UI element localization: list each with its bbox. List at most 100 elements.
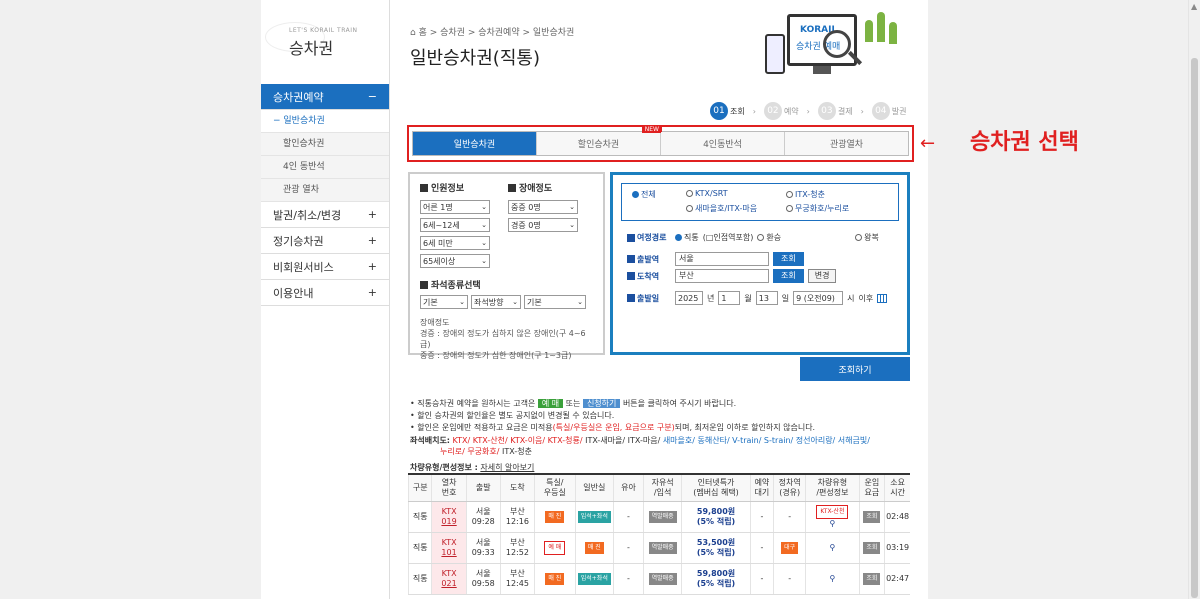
radio-mugunghwa[interactable]: 무궁화호/누리로 xyxy=(786,203,849,214)
sidebar-menu-guide[interactable]: 이용안내 + xyxy=(261,280,389,306)
scroll-up-icon[interactable]: ▲ xyxy=(1191,2,1197,11)
hero-illustration: KORAIL 승차권 예매 xyxy=(765,8,915,88)
car-info-link[interactable]: 자세히 알아보기 xyxy=(480,463,534,472)
sidebar-item-discount-ticket[interactable]: 할인승차권 xyxy=(261,133,389,156)
search-button[interactable]: 조회하기 xyxy=(800,357,910,381)
child-select[interactable]: 6세~12세 ⌄ xyxy=(420,218,490,232)
seat-direction-select[interactable]: 좌석방향 ⌄ xyxy=(471,295,521,309)
cell-departure: 서울 09:58 xyxy=(465,563,501,595)
calendar-icon[interactable] xyxy=(877,293,888,303)
sidebar-menu-season-ticket[interactable]: 정기승차권 + xyxy=(261,228,389,254)
departure-input[interactable]: 서울 xyxy=(675,252,769,266)
cell-train-no[interactable]: KTX 021 xyxy=(431,563,467,595)
ticket-tabs: 일반승차권 할인승차권 NEW 4인동반석 관광열차 xyxy=(412,126,909,156)
seat-type-heading: 좌석종류선택 xyxy=(420,278,593,291)
page-scrollbar[interactable]: ▲ xyxy=(1188,0,1200,599)
radio-ktx[interactable]: KTX/SRT xyxy=(686,189,772,200)
seat-map-icon[interactable]: ⚲ xyxy=(829,574,835,583)
col-free-seat: 자유석 /입석 xyxy=(642,473,682,502)
adult-select[interactable]: 어른 1명 ⌄ xyxy=(420,200,490,214)
seat-map-link-saemaeul[interactable]: 새마을호/ 동해산타/ V-train/ S-train/ 정선아리랑/ 서해금… xyxy=(660,436,870,445)
cell-economy: 입석+좌석 xyxy=(574,501,614,533)
seat-map-icon[interactable]: ⚲ xyxy=(829,543,835,552)
hour-select[interactable]: 9 (오전09) xyxy=(793,291,844,305)
radio-saemaeul[interactable]: 새마을호/ITX-마음 xyxy=(686,203,772,214)
bullet-icon xyxy=(627,255,635,263)
price: 59,800원 xyxy=(696,568,736,578)
cell-car-type: KTX-산천 ⚲ xyxy=(805,501,860,533)
col-infant: 유아 xyxy=(613,473,644,502)
seat-map-link-nuriro[interactable]: 누리로/ 무궁화호/ xyxy=(410,447,499,456)
sold-out-badge: 매 진 xyxy=(584,541,604,554)
mild-disability-select[interactable]: 경증 0명 ⌄ xyxy=(508,218,578,232)
notice-text: • 할인은 운임에만 적용하고 요금은 미적용 xyxy=(410,423,553,432)
seat-map-icon[interactable]: ⚲ xyxy=(829,519,835,528)
notice-highlight: (특실/우등실은 운임, 요금으로 구분) xyxy=(552,423,675,432)
radio-direct[interactable]: 직통 xyxy=(675,232,699,243)
month-unit: 월 xyxy=(744,293,752,303)
cell-train-no[interactable]: KTX 019 xyxy=(431,501,467,533)
sidebar-menu-nonmember[interactable]: 비회원서비스 + xyxy=(261,254,389,280)
expand-icon: + xyxy=(367,286,377,299)
seat-map-link-itx[interactable]: ITX-새마을/ ITX-마음/ xyxy=(583,436,660,445)
bullet-icon xyxy=(420,280,428,289)
senior-select[interactable]: 65세이상 ⌄ xyxy=(420,254,490,268)
radio-all[interactable]: 전체 xyxy=(632,189,672,200)
tab-general-ticket[interactable]: 일반승차권 xyxy=(413,132,537,155)
tab-discount-ticket[interactable]: 할인승차권 NEW xyxy=(537,126,662,155)
sidebar-menu-ticket-reservation[interactable]: 승차권예약 − xyxy=(261,84,389,110)
day-select[interactable]: 13 xyxy=(755,291,778,305)
station: 부산 xyxy=(510,568,525,578)
station-sale-badge: 역발매중 xyxy=(648,510,677,523)
heading-text: 인원정보 xyxy=(431,184,465,194)
scrollbar-thumb[interactable] xyxy=(1191,58,1198,598)
fare-lookup-button[interactable]: 조회 xyxy=(863,541,881,554)
month-select[interactable]: 1 xyxy=(718,291,741,305)
radio-round-trip[interactable]: 왕복 xyxy=(855,232,879,243)
arrival-input[interactable]: 부산 xyxy=(675,269,769,283)
cell-train-no[interactable]: KTX 101 xyxy=(431,532,467,564)
seat-option-select[interactable]: 기본 ⌄ xyxy=(420,295,468,309)
table-row: 직통 KTX 021 서울 09:58 부산 12:45 매 진 입석+좌석 - 역발… xyxy=(407,563,910,595)
severe-disability-select[interactable]: 중증 0명 ⌄ xyxy=(508,200,578,214)
year-unit: 년 xyxy=(707,293,715,303)
cell-duration: 03:19 xyxy=(884,532,910,564)
standing-seat-button[interactable]: 입석+좌석 xyxy=(577,572,611,585)
col-internet-price: 인터넷특가 (멤버십 혜택) xyxy=(681,473,751,502)
notice-text: • 직통승차권 예약을 원하시는 고객은 xyxy=(410,399,536,408)
seat-map-link-itx-cheongchun[interactable]: ITX-청춘 xyxy=(499,447,532,456)
seat-map-link-ktx[interactable]: KTX/ KTX-산천/ KTX-이음/ KTX-청룡/ xyxy=(453,436,583,445)
breadcrumb: ⌂ 홈 > 승차권 > 승차권예약 > 일반승차권 xyxy=(410,28,575,38)
cell-waitlist: - xyxy=(749,563,774,595)
stops-button[interactable]: 대구 xyxy=(781,541,799,554)
plant-icon xyxy=(889,22,897,44)
tab-tour-train[interactable]: 관광열차 xyxy=(785,132,908,155)
step-label: 예약 xyxy=(783,106,799,116)
arrival-lookup-button[interactable]: 조회 xyxy=(773,269,804,283)
year-select[interactable]: 2025 xyxy=(675,291,703,305)
train-name: KTX xyxy=(441,506,457,516)
seat-kind-select[interactable]: 기본 ⌄ xyxy=(524,295,586,309)
departure-lookup-button[interactable]: 조회 xyxy=(773,252,804,266)
sidebar-item-general-ticket[interactable]: − 일반승차권 xyxy=(261,110,389,133)
swap-stations-button[interactable]: 변경 xyxy=(807,269,837,283)
infant-select[interactable]: 6세 미만 ⌄ xyxy=(420,236,490,250)
tab-four-seat[interactable]: 4인동반석 xyxy=(661,132,785,155)
fare-lookup-button[interactable]: 조회 xyxy=(863,510,881,523)
notice-item: • 직통승차권 예약을 원하시는 고객은 예 매 또는 신청하기 버튼을 클릭하… xyxy=(410,398,815,410)
col-train-no: 열차 번호 xyxy=(431,473,467,502)
radio-transfer[interactable]: 환승 xyxy=(757,232,781,243)
reserve-button[interactable]: 예 매 xyxy=(544,540,566,555)
sidebar-item-tour-train[interactable]: 관광 열차 xyxy=(261,179,389,202)
chevron-down-icon: ⌄ xyxy=(481,239,487,247)
step-label: 조회 xyxy=(730,106,745,116)
select-value: 기본 xyxy=(423,297,438,307)
train-number: 101 xyxy=(441,547,457,557)
radio-itx[interactable]: ITX-청춘 xyxy=(786,189,825,200)
sidebar-item-four-seat[interactable]: 4인 동반석 xyxy=(261,156,389,179)
expand-icon: + xyxy=(367,208,377,221)
standing-seat-button[interactable]: 입석+좌석 xyxy=(577,510,611,523)
sidebar-menu-issue-cancel[interactable]: 발권/취소/변경 + xyxy=(261,202,389,228)
fare-lookup-button[interactable]: 조회 xyxy=(863,572,881,585)
nearby-station-checkbox[interactable]: (□인접역포함) xyxy=(703,232,754,243)
